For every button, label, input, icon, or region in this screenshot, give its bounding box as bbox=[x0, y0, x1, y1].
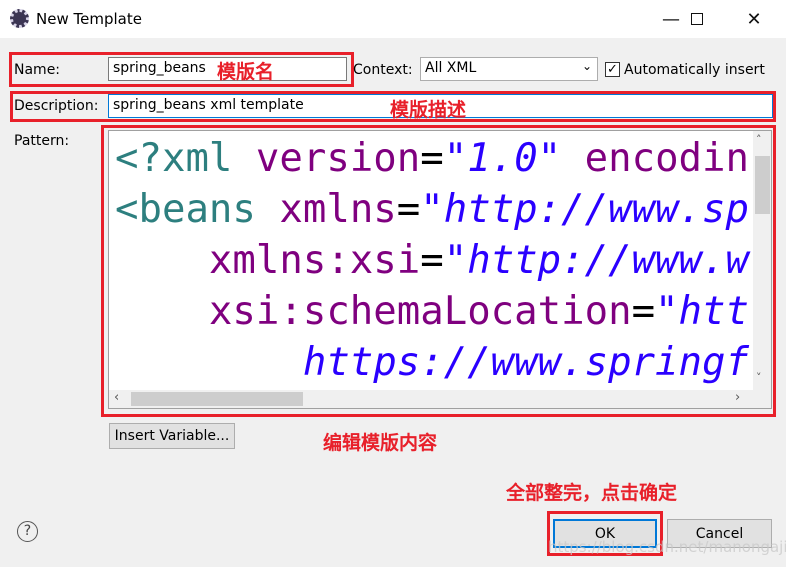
insert-variable-button[interactable]: Insert Variable... bbox=[109, 423, 235, 449]
annotation-name: 模版名 bbox=[217, 61, 275, 83]
auto-insert-checkbox[interactable]: ✓ bbox=[605, 62, 620, 77]
help-icon[interactable]: ? bbox=[17, 521, 38, 542]
horizontal-scroll-thumb[interactable] bbox=[131, 392, 303, 406]
scroll-up-icon[interactable]: ˄ bbox=[756, 133, 762, 146]
chevron-down-icon: ⌄ bbox=[581, 59, 592, 73]
code-token: = bbox=[396, 187, 421, 232]
code-token: = bbox=[420, 238, 444, 283]
code-token: = bbox=[631, 289, 656, 334]
code-token: version bbox=[255, 136, 421, 181]
context-label: Context: bbox=[353, 62, 413, 78]
code-token: https://www.springf bbox=[115, 340, 749, 385]
vertical-scroll-thumb[interactable] bbox=[755, 156, 770, 214]
scroll-left-icon[interactable]: ‹ bbox=[114, 390, 119, 405]
code-token: "http://www.w bbox=[443, 238, 749, 283]
code-token: <beans bbox=[115, 187, 280, 232]
code-token: encodin bbox=[561, 136, 749, 181]
window-title: New Template bbox=[36, 10, 142, 28]
title-bar: New Template — ✕ bbox=[0, 0, 786, 38]
description-label: Description: bbox=[14, 98, 99, 114]
code-token: xmlns:xsi bbox=[115, 238, 421, 283]
context-value: All XML bbox=[425, 60, 477, 76]
code-line: <?xml version="1.0" encodin bbox=[115, 133, 749, 184]
code-line: xmlns:xsi="http://www.w bbox=[115, 235, 749, 286]
pattern-label: Pattern: bbox=[14, 133, 70, 149]
scroll-down-icon[interactable]: ˅ bbox=[756, 371, 762, 384]
annotation-pattern: 编辑模版内容 bbox=[323, 432, 438, 454]
annotation-finish: 全部整完，点击确定 bbox=[506, 482, 678, 504]
vertical-scrollbar[interactable]: ˄ ˅ bbox=[753, 131, 771, 391]
code-token: "htt bbox=[655, 289, 749, 334]
auto-insert-label: Automatically insert bbox=[624, 62, 765, 78]
horizontal-scrollbar[interactable]: ‹ › bbox=[109, 390, 771, 408]
code-token: xsi:schemaLocation bbox=[115, 289, 632, 334]
code-line: <beans xmlns="http://www.sp bbox=[115, 184, 749, 235]
code-token: <?xml bbox=[115, 136, 256, 181]
code-line: xsi:schemaLocation="htt bbox=[115, 286, 749, 337]
eclipse-icon bbox=[10, 9, 29, 28]
pattern-editor[interactable]: <?xml version="1.0" encodin <beans xmlns=… bbox=[108, 130, 772, 409]
code-line: https://www.springf bbox=[115, 337, 749, 388]
watermark: https://blog.csdn.net/manongajie bbox=[548, 538, 786, 556]
name-label: Name: bbox=[14, 62, 61, 78]
code-token: xmlns bbox=[279, 187, 397, 232]
code-token: = bbox=[420, 136, 444, 181]
maximize-icon[interactable] bbox=[674, 0, 720, 38]
close-icon[interactable]: ✕ bbox=[731, 0, 777, 38]
annotation-description: 模版描述 bbox=[390, 99, 467, 121]
code-token: "1.0" bbox=[443, 136, 562, 181]
context-select[interactable]: All XML ⌄ bbox=[420, 57, 598, 81]
code-token: "http://www.sp bbox=[420, 187, 749, 232]
scroll-right-icon[interactable]: › bbox=[735, 390, 740, 405]
